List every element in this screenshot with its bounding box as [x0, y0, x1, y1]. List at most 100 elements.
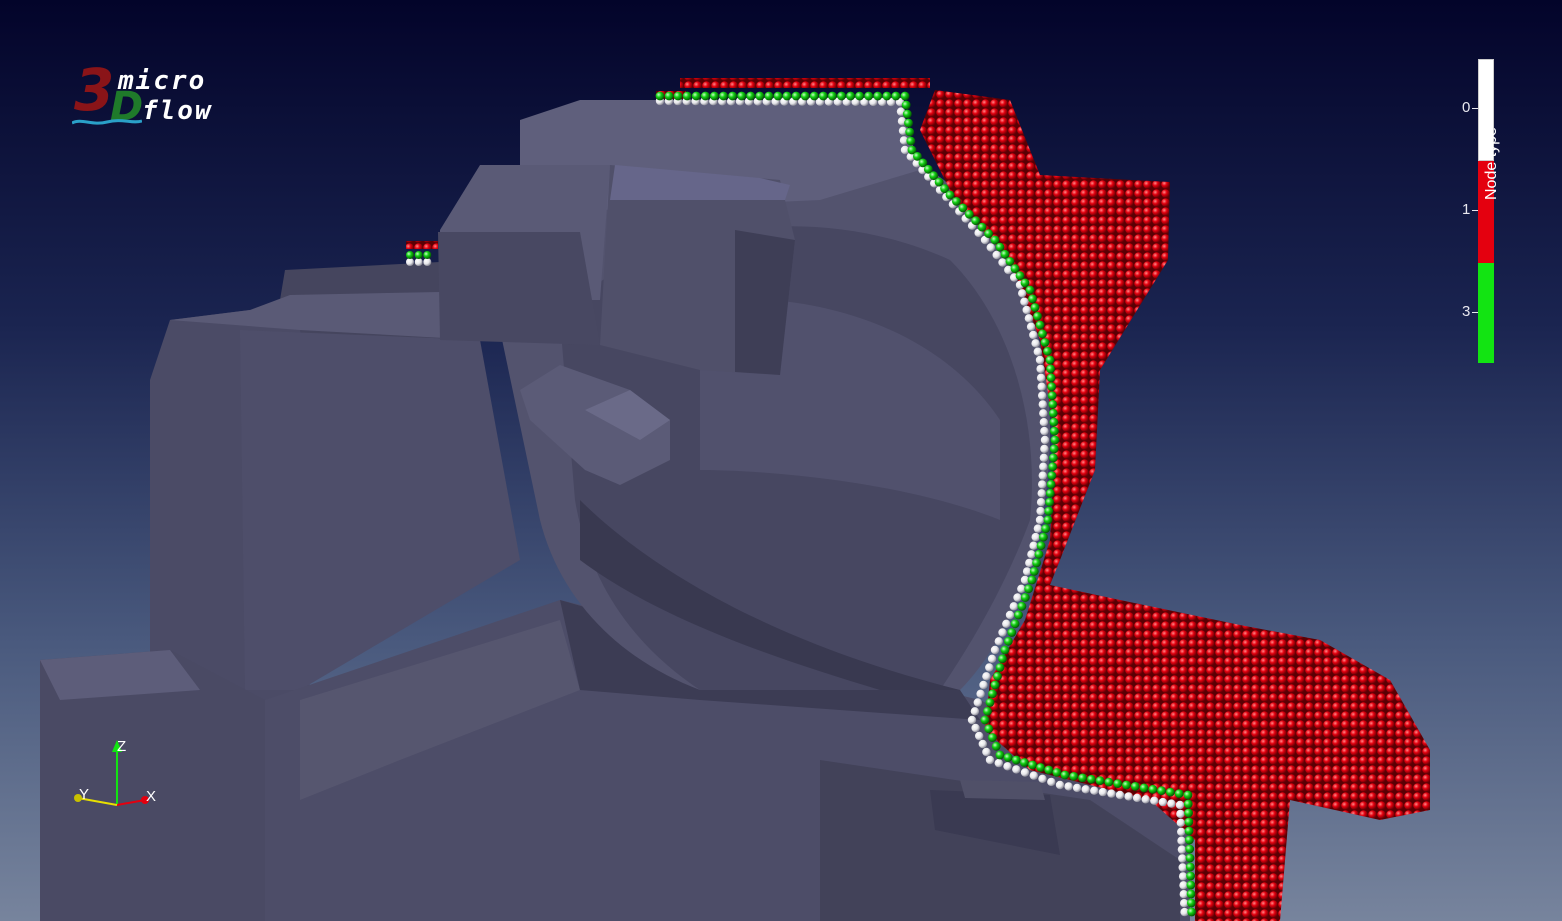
node-sphere	[1036, 364, 1045, 374]
node-sphere	[988, 733, 997, 742]
node-sphere	[691, 91, 701, 101]
node-sphere	[1010, 619, 1020, 629]
node-sphere	[414, 258, 423, 266]
viewport-3d-scene[interactable]	[0, 0, 1562, 921]
node-sphere	[873, 91, 883, 101]
node-sphere	[710, 91, 719, 101]
node-sphere	[1175, 800, 1185, 810]
node-sphere	[1047, 777, 1056, 787]
node-sphere	[1046, 373, 1056, 383]
node-sphere	[1039, 532, 1048, 542]
node-sphere	[828, 91, 837, 101]
node-sphere	[1185, 862, 1195, 872]
node-sphere	[1184, 808, 1193, 818]
node-sphere	[1020, 297, 1029, 306]
node-sphere	[1032, 558, 1041, 568]
node-sphere	[1050, 426, 1059, 436]
node-sphere	[1078, 773, 1087, 783]
node-sphere	[1095, 776, 1105, 786]
axes-labels: Z Y X	[60, 735, 180, 825]
node-sphere	[998, 654, 1007, 664]
node-sphere	[1017, 601, 1027, 611]
node-sphere	[1020, 768, 1030, 777]
node-sphere	[1039, 462, 1048, 471]
node-sphere	[655, 91, 665, 101]
node-sphere	[719, 91, 728, 101]
node-sphere	[1027, 575, 1037, 585]
node-sphere	[1000, 249, 1010, 259]
node-sphere	[1184, 817, 1194, 827]
axis-z-label: Z	[117, 738, 127, 755]
node-sphere	[1029, 541, 1038, 550]
node-sphere	[1177, 845, 1187, 854]
node-sphere	[986, 243, 995, 252]
node-sphere	[1038, 480, 1047, 489]
node-sphere	[906, 136, 916, 146]
node-sphere	[987, 654, 997, 663]
node-sphere	[891, 91, 901, 101]
node-sphere	[1036, 506, 1045, 516]
node-sphere	[1036, 763, 1045, 772]
3dmicroflow-logo: 3 D micro flow	[72, 56, 222, 137]
node-sphere	[406, 251, 414, 259]
node-sphere	[1178, 863, 1187, 872]
node-sphere	[1132, 793, 1142, 803]
node-sphere	[1039, 418, 1049, 427]
node-sphere	[1027, 550, 1036, 559]
node-sphere	[1015, 271, 1025, 281]
node-sphere	[985, 663, 994, 672]
node-sphere	[977, 222, 987, 232]
node-sphere	[1036, 373, 1046, 382]
node-sphere	[995, 750, 1005, 760]
node-sphere	[967, 715, 977, 725]
node-sphere	[1113, 779, 1123, 788]
node-sphere	[1183, 799, 1193, 809]
node-sphere	[1033, 524, 1043, 533]
node-sphere	[1104, 777, 1114, 787]
node-sphere	[995, 663, 1005, 672]
node-sphere	[1178, 872, 1188, 881]
node-sphere	[1040, 435, 1050, 445]
node-sphere	[1050, 435, 1060, 445]
node-sphere	[992, 250, 1001, 260]
node-sphere	[1046, 480, 1056, 489]
node-sphere	[971, 723, 980, 733]
node-sphere	[945, 190, 955, 200]
node-sphere	[964, 209, 974, 219]
node-sphere	[1107, 789, 1116, 798]
node-sphere	[1048, 462, 1058, 472]
node-sphere	[1184, 826, 1194, 836]
node-sphere	[1030, 303, 1040, 312]
node-sphere	[1049, 444, 1059, 454]
node-sphere	[1035, 320, 1045, 330]
node-sphere	[1177, 827, 1186, 836]
node-sphere	[1038, 329, 1047, 339]
node-sphere	[994, 637, 1003, 646]
node-sphere	[1031, 339, 1040, 348]
node-sphere	[1043, 515, 1053, 525]
node-sphere	[1130, 782, 1140, 791]
node-sphere	[773, 91, 783, 101]
node-sphere	[1028, 760, 1037, 770]
node-sphere	[1010, 264, 1020, 273]
node-sphere	[1038, 400, 1048, 409]
node-sphere	[1060, 770, 1070, 780]
node-sphere	[901, 100, 911, 110]
node-sphere	[988, 689, 997, 699]
node-sphere	[1037, 489, 1046, 498]
node-sphere	[1049, 453, 1058, 463]
node-sphere	[984, 724, 994, 734]
node-sphere	[682, 91, 692, 101]
node-sphere	[1176, 809, 1185, 819]
node-sphere	[985, 755, 995, 765]
node-sphere	[728, 91, 737, 101]
node-sphere	[1005, 610, 1015, 620]
color-legend: 0 1 3 Node type	[1440, 55, 1540, 375]
node-sphere	[902, 109, 912, 119]
node-sphere	[1046, 364, 1055, 374]
node-sphere	[1187, 907, 1197, 917]
node-sphere	[1122, 780, 1131, 790]
node-sphere	[1166, 787, 1175, 797]
legend-tick	[1472, 312, 1478, 313]
node-sphere	[1033, 347, 1043, 356]
